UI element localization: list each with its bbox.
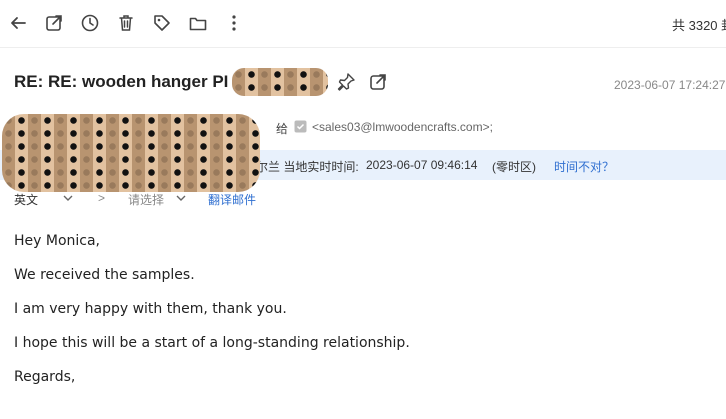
- email-body: Hey Monica, We received the samples. I a…: [14, 232, 714, 402]
- source-language-select[interactable]: 英文: [14, 191, 38, 208]
- email-subject: RE: RE: wooden hanger PI 2: [14, 72, 243, 91]
- pin-icon[interactable]: [336, 72, 356, 92]
- translate-email-button[interactable]: 翻译邮件: [208, 191, 256, 208]
- translate-arrow: >: [98, 191, 106, 205]
- recipient-location: 爱尔兰 当地实时时间:: [244, 160, 359, 174]
- body-line: Regards,: [14, 369, 76, 385]
- timezone: (零时区): [492, 160, 536, 174]
- chevron-down-icon[interactable]: [62, 192, 74, 204]
- email-date: 2023-06-07 17:24:27: [614, 78, 726, 92]
- body-line: Hey Monica,: [14, 233, 101, 249]
- target-language-select[interactable]: 请选择: [128, 191, 164, 208]
- toolbar: 共 3320 封: [0, 0, 726, 48]
- local-time: 2023-06-07 09:46:14: [366, 158, 478, 172]
- body-line: I am very happy with them, thank you.: [14, 301, 287, 317]
- back-icon[interactable]: [7, 12, 29, 34]
- redaction-overlay-sender: [2, 114, 260, 192]
- chevron-down-icon[interactable]: [175, 192, 187, 204]
- to-label: 给: [276, 122, 289, 136]
- translate-row: 英文 > 请选择 翻译邮件: [0, 184, 726, 212]
- redaction-overlay: [232, 68, 328, 96]
- folder-icon[interactable]: [187, 12, 209, 34]
- popout-icon[interactable]: [43, 12, 65, 34]
- open-external-icon[interactable]: [368, 72, 388, 92]
- tag-icon[interactable]: [151, 12, 173, 34]
- clock-icon[interactable]: [79, 12, 101, 34]
- body-line: We received the samples.: [14, 267, 195, 283]
- body-line: I hope this will be a start of a long-st…: [14, 335, 410, 351]
- trash-icon[interactable]: [115, 12, 137, 34]
- more-icon[interactable]: [223, 12, 245, 34]
- verified-icon: [294, 120, 307, 133]
- time-wrong-link[interactable]: 时间不对？: [554, 158, 614, 175]
- message-count: 共 3320 封: [672, 18, 726, 33]
- recipient-email[interactable]: <sales03@lmwoodencrafts.com>;: [312, 120, 493, 134]
